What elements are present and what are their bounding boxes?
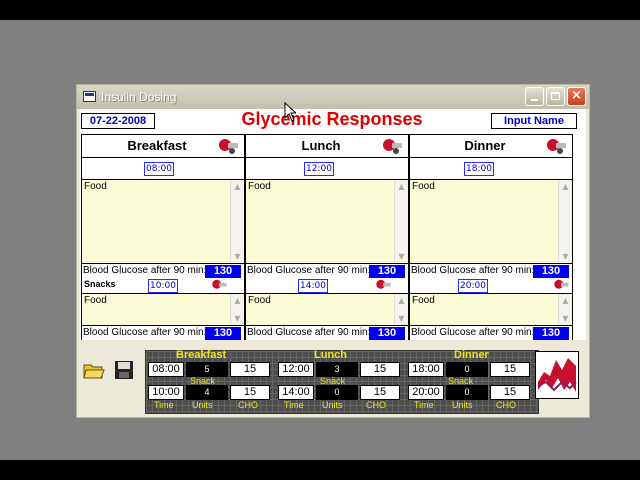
page-title: Glycemic Responses <box>241 109 423 129</box>
title-bar[interactable]: Insulin Dosing × <box>77 85 589 109</box>
col-units-label: Units <box>322 400 343 410</box>
meal-time-input[interactable]: 08:00 <box>144 162 174 176</box>
summary-units-cell[interactable]: 5 <box>186 362 228 377</box>
snack-time-input[interactable]: 10:00 <box>148 279 178 293</box>
meal-title: Lunch <box>301 138 341 153</box>
summary-cho-cell[interactable]: 15 <box>490 362 530 377</box>
food-label: Food <box>412 295 435 306</box>
col-cho-label: CHO <box>238 400 258 410</box>
summary-units-cell[interactable]: 4 <box>186 385 228 400</box>
summary-units-cell[interactable]: 3 <box>316 362 358 377</box>
food-label: Food <box>248 295 271 306</box>
close-button[interactable]: × <box>567 87 586 106</box>
bg-label: Blood Glucose after 90 min: <box>411 327 535 338</box>
bg-label: Blood Glucose after 90 min: <box>83 327 207 338</box>
summary-dinner-label: Dinner <box>454 349 489 361</box>
bg-value-field[interactable]: 130 <box>205 327 241 340</box>
meal-column-dinner: Dinner 18:00 Food ▲ ▼ Blood Glucose after… <box>409 134 573 341</box>
meal-icon[interactable] <box>380 137 404 155</box>
meal-icon[interactable] <box>216 137 240 155</box>
bg-value-field[interactable]: 130 <box>369 327 405 340</box>
date-field[interactable]: 07-22-2008 <box>81 113 155 129</box>
insulin-dosing-window: Insulin Dosing × 07-22-2008 Glycemic Res… <box>76 84 590 418</box>
bottom-letterbox <box>0 460 640 480</box>
snack-scrollbar[interactable]: ▲ ▼ <box>230 294 244 325</box>
summary-time-cell[interactable]: 18:00 <box>408 362 444 377</box>
food-label: Food <box>248 181 271 192</box>
meal-column-breakfast: Breakfast 08:00 Food ▲ ▼ Blood Glucose af… <box>81 134 245 341</box>
col-time-label: Time <box>154 400 174 410</box>
snack-scrollbar[interactable]: ▲ ▼ <box>394 294 408 325</box>
food-textarea[interactable]: Food ▲ ▼ <box>82 180 244 264</box>
app-icon <box>83 91 96 102</box>
meal-title: Breakfast <box>127 138 187 153</box>
snack-time-input[interactable]: 20:00 <box>458 279 488 293</box>
meal-column-lunch: Lunch 12:00 Food ▲ ▼ Blood Glucose after … <box>245 134 409 341</box>
save-disk-icon[interactable] <box>113 359 135 381</box>
col-time-label: Time <box>284 400 304 410</box>
snack-food-textarea[interactable]: Food ▲ ▼ <box>246 293 408 326</box>
snacks-label: Snacks <box>84 279 116 289</box>
bg-label: Blood Glucose after 90 min: <box>247 327 371 338</box>
window-title: Insulin Dosing <box>101 90 177 104</box>
food-scrollbar[interactable]: ▲ ▼ <box>394 180 408 263</box>
meal-time-input[interactable]: 18:00 <box>464 162 494 176</box>
summary-time-cell[interactable]: 10:00 <box>148 385 184 400</box>
meal-time-input[interactable]: 12:00 <box>304 162 334 176</box>
summary-cho-cell[interactable]: 15 <box>230 385 270 400</box>
summary-time-cell[interactable]: 20:00 <box>408 385 444 400</box>
food-scrollbar[interactable]: ▲ ▼ <box>230 180 244 263</box>
food-scrollbar[interactable]: ▲ ▼ <box>558 180 572 263</box>
glucose-chart-button[interactable] <box>535 351 579 399</box>
summary-cho-cell[interactable]: 15 <box>230 362 270 377</box>
bg-label: Blood Glucose after 90 min: <box>247 265 371 276</box>
bg-label: Blood Glucose after 90 min: <box>83 265 207 276</box>
summary-breakfast-label: Breakfast <box>176 349 227 361</box>
summary-units-cell[interactable]: 0 <box>446 385 488 400</box>
snack-food-textarea[interactable]: Food ▲ ▼ <box>410 293 572 326</box>
dosing-summary-grid: Breakfast Lunch Dinner 08:00 5 15 12:00 … <box>145 349 539 414</box>
bg-label: Blood Glucose after 90 min: <box>411 265 535 276</box>
food-label: Food <box>412 181 435 192</box>
food-textarea[interactable]: Food ▲ ▼ <box>410 180 572 264</box>
glucose-graph-icon <box>537 358 577 392</box>
col-units-label: Units <box>192 400 213 410</box>
minimize-button[interactable] <box>525 87 544 106</box>
bg-value-field[interactable]: 130 <box>369 265 405 278</box>
col-units-label: Units <box>452 400 473 410</box>
food-textarea[interactable]: Food ▲ ▼ <box>246 180 408 264</box>
summary-cho-cell[interactable]: 15 <box>360 385 400 400</box>
col-time-label: Time <box>414 400 434 410</box>
bg-value-field[interactable]: 130 <box>533 327 569 340</box>
snack-icon[interactable] <box>552 278 570 292</box>
summary-time-cell[interactable]: 14:00 <box>278 385 314 400</box>
open-folder-icon[interactable] <box>83 359 105 381</box>
summary-units-cell[interactable]: 0 <box>316 385 358 400</box>
bg-value-field[interactable]: 130 <box>205 265 241 278</box>
food-label: Food <box>84 181 107 192</box>
bg-value-field[interactable]: 130 <box>533 265 569 278</box>
col-cho-label: CHO <box>496 400 516 410</box>
meal-icon[interactable] <box>544 137 568 155</box>
col-cho-label: CHO <box>366 400 386 410</box>
summary-time-cell[interactable]: 08:00 <box>148 362 184 377</box>
top-letterbox <box>0 0 640 20</box>
summary-cho-cell[interactable]: 15 <box>490 385 530 400</box>
snack-time-input[interactable]: 14:00 <box>298 279 328 293</box>
snack-icon[interactable] <box>374 278 392 292</box>
summary-time-cell[interactable]: 12:00 <box>278 362 314 377</box>
summary-lunch-label: Lunch <box>314 349 347 361</box>
snack-icon[interactable] <box>210 278 228 292</box>
mouse-cursor-icon <box>284 102 296 122</box>
food-label: Food <box>84 295 107 306</box>
summary-cho-cell[interactable]: 15 <box>360 362 400 377</box>
summary-units-cell[interactable]: 0 <box>446 362 488 377</box>
snack-scrollbar[interactable]: ▲ ▼ <box>558 294 572 325</box>
maximize-button[interactable] <box>546 87 565 106</box>
meal-title: Dinner <box>464 138 506 153</box>
snack-food-textarea[interactable]: Food ▲ ▼ <box>82 293 244 326</box>
input-name-button[interactable]: Input Name <box>491 113 577 129</box>
